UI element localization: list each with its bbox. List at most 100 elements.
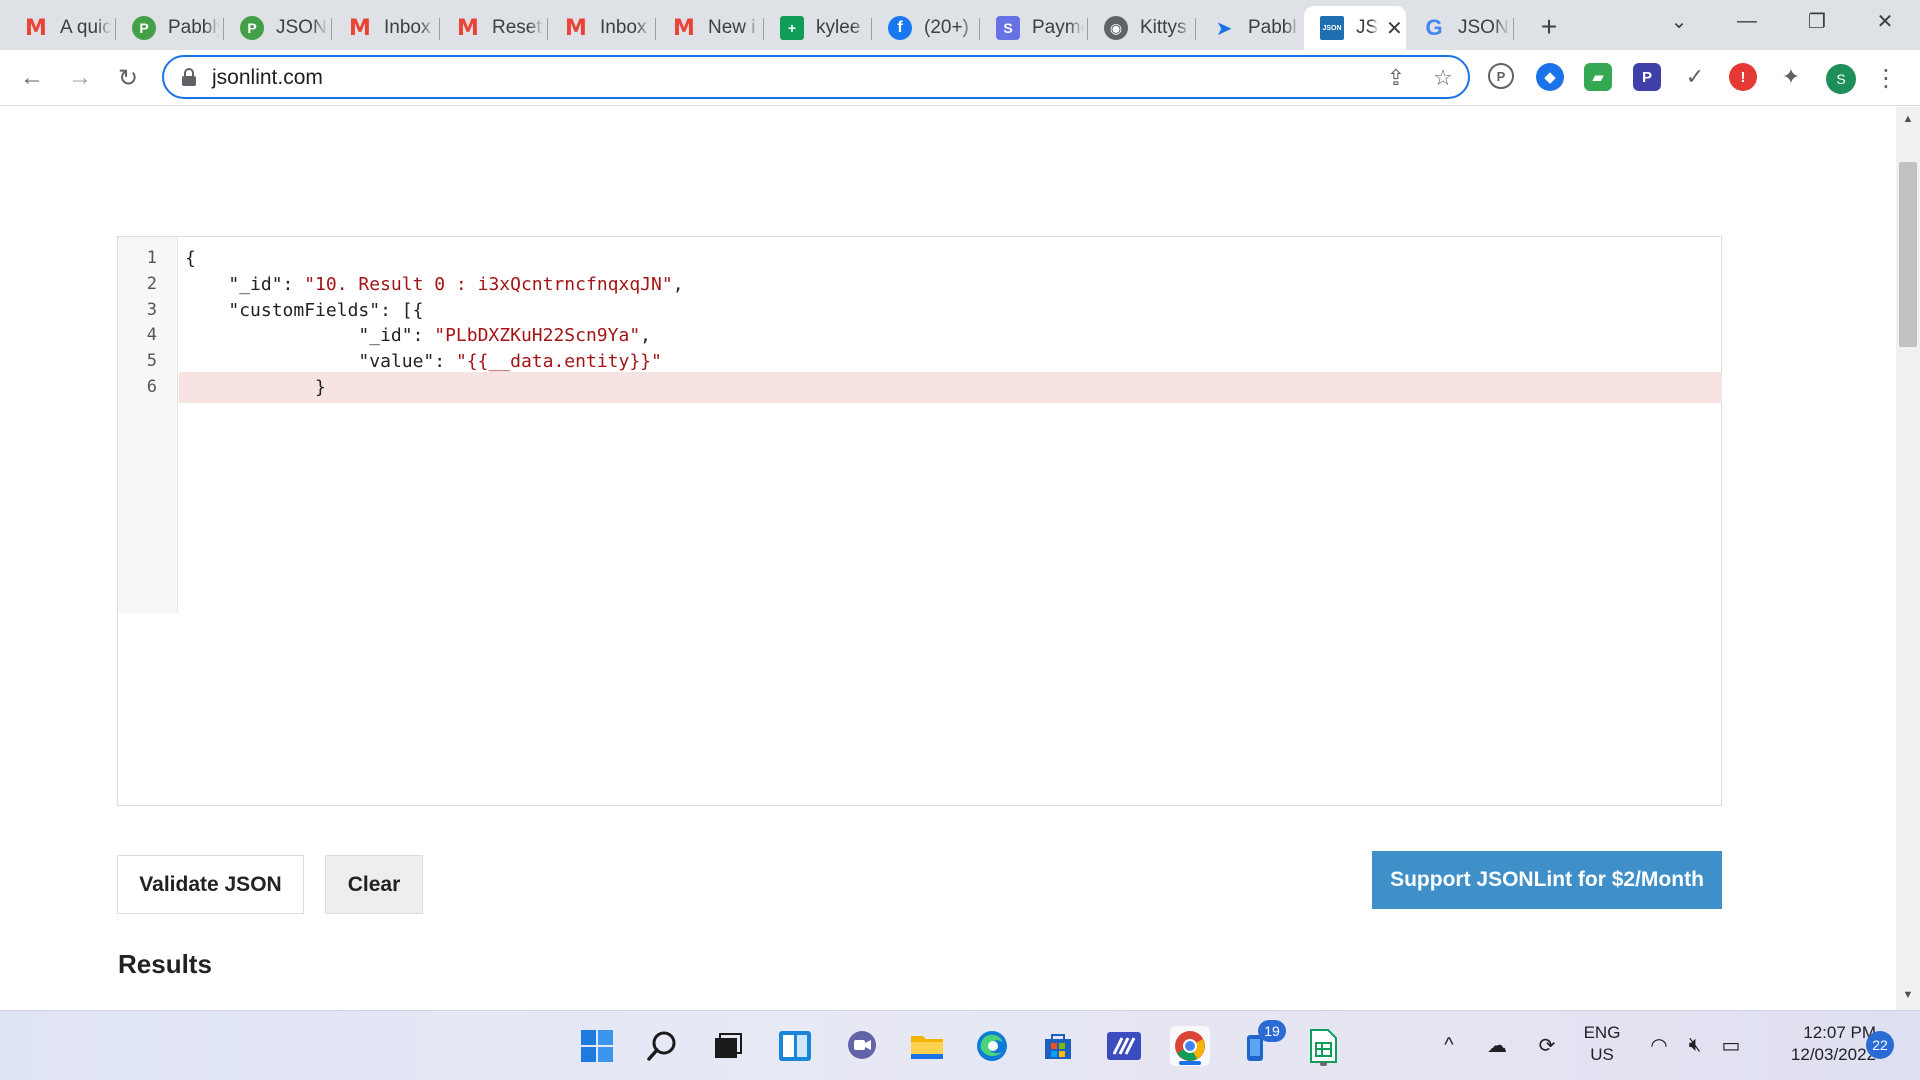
scroll-down-arrow-icon[interactable]: ▼ (1900, 987, 1916, 1003)
tab-strip: M A quic P Pabbly P JSON M Inbox M Reset M Inbox M Ne… (0, 0, 1920, 50)
json-punctuation: } (315, 377, 326, 398)
tab-title: A quic (60, 17, 112, 38)
sheets-app-icon[interactable] (1303, 1026, 1343, 1066)
gmail-icon: M (673, 15, 695, 41)
tab-title: New i (708, 17, 756, 38)
browser-tab[interactable]: M Reset (440, 6, 548, 50)
browser-tab[interactable]: f (20+) (872, 6, 980, 50)
json-string: "10. Result 0 : i3xQcntrncfnqxqJN" (304, 274, 673, 295)
reload-icon[interactable]: ↻ (110, 60, 146, 96)
support-jsonlint-button[interactable]: Support JSONLint for $2/Month (1372, 851, 1722, 909)
extension-p-square-icon[interactable]: P (1633, 63, 1661, 91)
microsoft-store-icon[interactable] (1038, 1026, 1078, 1066)
minimize-button[interactable]: — (1712, 0, 1782, 42)
s-app-icon: S (996, 16, 1020, 40)
onedrive-cloud-icon[interactable]: ☁ (1480, 1030, 1514, 1060)
vscode-like-app-icon[interactable] (1104, 1026, 1144, 1066)
jsonlint-icon: JSON (1320, 16, 1344, 40)
active-app-indicator (1179, 1061, 1201, 1065)
show-hidden-icons-chevron-icon[interactable]: ^ (1434, 1030, 1464, 1060)
line-number: 4 (146, 325, 157, 345)
language-region: US (1590, 1045, 1614, 1064)
browser-tab[interactable]: M Inbox (332, 6, 440, 50)
browser-tab[interactable]: ➤ Pabbl (1196, 6, 1304, 50)
line-number: 2 (146, 274, 157, 294)
page-scrollbar[interactable]: ▲ ▼ (1896, 107, 1920, 1010)
extension-p-circle-icon[interactable]: P (1488, 63, 1514, 89)
json-string: "PLbDXZKuH22Scn9Ya" (434, 325, 641, 346)
browser-tab[interactable]: M A quic (8, 6, 116, 50)
teams-chat-icon[interactable] (842, 1026, 882, 1066)
speaker-muted-icon[interactable]: 🔇︎ (1680, 1030, 1710, 1060)
json-punctuation: { (185, 248, 196, 269)
address-bar[interactable]: jsonlint.com ⇪ ☆ (162, 55, 1470, 99)
scroll-up-arrow-icon[interactable]: ▲ (1900, 111, 1916, 127)
browser-tab[interactable]: M New i (656, 6, 764, 50)
extension-folder-icon[interactable]: ▰ (1584, 63, 1612, 91)
extension-red-icon[interactable]: ! (1729, 63, 1757, 91)
task-view-icon[interactable] (708, 1026, 748, 1066)
browser-tab[interactable]: ◉ Kittys (1088, 6, 1196, 50)
browser-tab[interactable]: G JSON (1406, 6, 1514, 50)
json-string: "{{__data.entity}}" (455, 351, 662, 372)
input-language-indicator[interactable]: ENG US (1580, 1022, 1624, 1066)
windows-taskbar (0, 1010, 1920, 1080)
close-window-button[interactable]: ✕ (1850, 0, 1920, 42)
back-icon[interactable]: ← (14, 60, 50, 96)
forward-icon[interactable]: → (62, 60, 98, 96)
edge-browser-icon[interactable] (972, 1026, 1012, 1066)
language-code: ENG (1583, 1023, 1621, 1042)
clock-date: 12/03/2022 (1790, 1045, 1876, 1064)
validate-json-button[interactable]: Validate JSON (117, 855, 304, 914)
wifi-icon[interactable]: ◠ (1644, 1030, 1674, 1060)
tab-search-icon[interactable]: ⌄ (1644, 0, 1714, 42)
bookmark-star-icon[interactable]: ☆ (1428, 63, 1458, 93)
chrome-browser-icon[interactable] (1170, 1026, 1210, 1066)
browser-tab[interactable]: M Inbox (548, 6, 656, 50)
extensions-puzzle-icon[interactable]: ✦ (1777, 63, 1805, 91)
tab-title: Pabbl (1248, 17, 1297, 38)
start-windows-icon[interactable] (577, 1026, 617, 1066)
globe-icon: ◉ (1104, 16, 1128, 40)
browser-tab[interactable]: P Pabbly (116, 6, 224, 50)
profile-avatar[interactable]: S (1826, 64, 1856, 94)
line-number: 6 (146, 377, 157, 397)
scroll-thumb[interactable] (1899, 162, 1917, 347)
tab-title: kylee (816, 17, 861, 38)
file-explorer-icon[interactable] (907, 1026, 947, 1066)
clear-button[interactable]: Clear (325, 855, 423, 914)
share-icon[interactable]: ⇪ (1381, 63, 1411, 93)
sync-icon[interactable]: ⟳ (1530, 1030, 1564, 1060)
extension-diamond-icon[interactable]: ◆ (1536, 63, 1564, 91)
facebook-icon: f (888, 16, 912, 40)
new-tab-button[interactable]: + (1532, 10, 1566, 44)
notification-center-badge[interactable]: 22 (1866, 1031, 1894, 1059)
extension-pocket-icon[interactable]: ✓ (1681, 63, 1709, 91)
widgets-icon[interactable] (775, 1026, 815, 1066)
address-url[interactable]: jsonlint.com (212, 66, 323, 90)
running-app-indicator (1320, 1062, 1327, 1066)
browser-tab[interactable]: S Payme (980, 6, 1088, 50)
search-icon[interactable] (642, 1026, 682, 1066)
restore-button[interactable]: ❐ (1782, 0, 1852, 42)
browser-menu-icon[interactable]: ⋮ (1874, 62, 1898, 94)
browser-tab[interactable]: JSON JS ✕ (1304, 6, 1406, 50)
battery-icon[interactable]: ▭ (1716, 1030, 1746, 1060)
json-editor[interactable]: 1 2 3 4 5 6 { "_id": "10. Result 0 : i3xQcntr… (117, 236, 1722, 806)
browser-tab[interactable]: + kylee (764, 6, 872, 50)
json-punctuation: , (672, 274, 684, 295)
tab-title: (20+) (924, 17, 969, 38)
arrow-icon: ➤ (1215, 17, 1233, 40)
browser-tab[interactable]: P JSON (224, 6, 332, 50)
lock-icon[interactable] (182, 68, 196, 86)
close-tab-icon[interactable]: ✕ (1386, 16, 1403, 41)
system-clock[interactable]: 12:07 PM 12/03/2022 (1752, 1022, 1876, 1066)
pabbly-icon: P (240, 16, 264, 40)
gmail-icon: M (565, 15, 587, 41)
tab-title: Kittys (1140, 17, 1187, 38)
tab-title: Pabbly (168, 17, 220, 38)
code-line-error[interactable]: } (179, 372, 1722, 403)
